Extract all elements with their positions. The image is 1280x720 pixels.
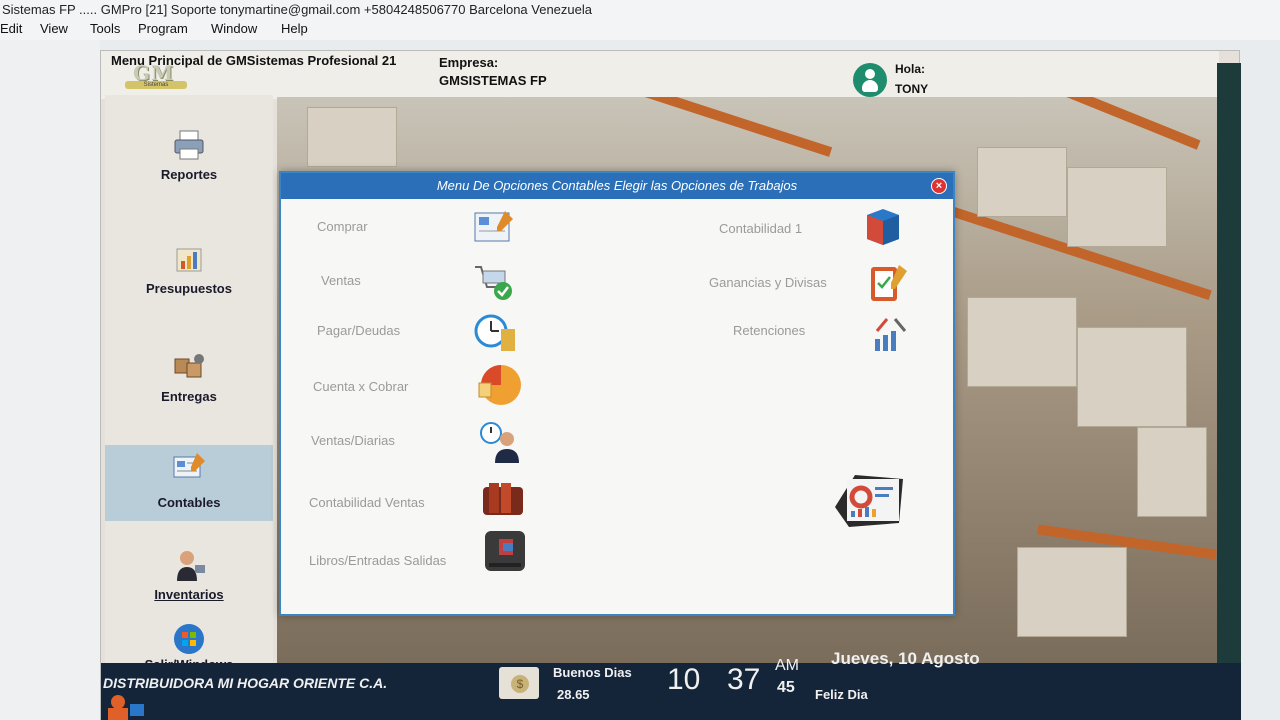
user-name: TONY [895,82,929,96]
menu-window[interactable]: Window [211,21,257,36]
ledger-pencil-icon [173,453,205,478]
wish-text: Feliz Dia [815,687,868,702]
empresa-value: GMSISTEMAS FP [439,73,547,88]
windows-logo-icon [174,624,204,654]
option-libros-entradas[interactable]: Libros/Entradas Salidas [309,553,446,568]
option-pagar-deudas[interactable]: Pagar/Deudas [317,323,400,338]
clock-second: 45 [777,679,795,696]
company-name: DISTRIBUIDORA MI HOGAR ORIENTE C.A. [103,675,388,691]
pie-chart-icon[interactable] [477,363,521,407]
close-icon[interactable]: × [931,178,947,194]
option-contabilidad-1[interactable]: Contabilidad 1 [719,221,802,236]
app-header: Menu Principal de GMSistemas Profesional… [101,51,1219,99]
sidebar-item-label: Presupuestos [146,281,232,296]
app-window: Menu Principal de GMSistemas Profesional… [100,50,1241,720]
logo-subtext: Sistemas [125,81,187,89]
clock-hour: 10 [667,663,701,696]
cube-icon[interactable] [861,205,905,249]
menu-program[interactable]: Program [138,21,188,36]
option-cuenta-cobrar[interactable]: Cuenta x Cobrar [313,379,408,394]
window-edge [1217,63,1241,703]
menu-edit[interactable]: Edit [0,21,22,36]
sidebar-item-contables[interactable]: Contables [105,445,273,521]
sidebar-item-label: Contables [157,495,221,510]
option-retenciones[interactable]: Retenciones [733,323,805,338]
menu-help[interactable]: Help [281,21,308,36]
date-text: Jueves, 10 Agosto [831,649,980,668]
book-icon[interactable] [483,529,527,573]
dashboard-chart-icon[interactable] [831,469,907,529]
clock-minute: 37 [727,663,761,696]
tools-chart-icon[interactable] [869,313,913,357]
purchase-form-icon[interactable] [471,207,515,251]
greeting-text: Buenos Dias [553,665,632,680]
clipboard-check-icon[interactable] [865,261,909,305]
sidebar-item-label: Entregas [161,389,217,404]
currency-icon: $ [499,667,539,699]
menu-tools[interactable]: Tools [90,21,120,36]
sidebar-item-label: Reportes [160,167,218,182]
sidebar-item-label: Inventarios [154,587,224,602]
exchange-rate: 28.65 [557,687,590,702]
greeting-label: Hola: [895,62,925,76]
sidebar: Reportes Presupuestos Entregas Contables… [105,95,273,675]
printer-icon [174,130,204,160]
sidebar-item-inventarios[interactable]: Inventarios [105,543,273,629]
shopping-cart-check-icon[interactable] [471,259,515,303]
gm-logo: GM Sistemas [125,61,187,91]
option-ventas[interactable]: Ventas [321,273,361,288]
delivery-boxes-icon [174,354,204,378]
clock-ampm: AM [775,657,799,674]
sidebar-item-reportes[interactable]: Reportes [105,123,273,209]
option-contabilidad-ventas[interactable]: Contabilidad Ventas [309,495,425,510]
menubar: Edit View Tools Program Window Help [0,18,1280,40]
menu-view[interactable]: View [40,21,68,36]
option-ventas-diarias[interactable]: Ventas/Diarias [311,433,395,448]
clock-payment-icon[interactable] [473,311,517,355]
taskbar-app-icon[interactable] [104,692,152,720]
worker-icon [177,551,205,581]
user-avatar-icon [853,63,887,97]
contables-dialog: Menu De Opciones Contables Elegir las Op… [279,171,955,616]
option-comprar[interactable]: Comprar [317,219,368,234]
books-icon[interactable] [481,477,525,521]
status-bar: DISTRIBUIDORA MI HOGAR ORIENTE C.A. $ Bu… [101,649,1241,720]
budget-chart-icon [176,248,202,272]
window-title: Sistemas FP ..... GMPro [21] Soporte ton… [0,0,1280,20]
sidebar-item-presupuestos[interactable]: Presupuestos [105,237,273,323]
dialog-title: Menu De Opciones Contables Elegir las Op… [281,173,953,199]
clerk-clock-icon[interactable] [479,421,523,465]
desktop-margin [0,40,100,720]
empresa-label: Empresa: [439,55,499,70]
sidebar-item-entregas[interactable]: Entregas [105,345,273,431]
option-ganancias-divisas[interactable]: Ganancias y Divisas [709,275,827,290]
